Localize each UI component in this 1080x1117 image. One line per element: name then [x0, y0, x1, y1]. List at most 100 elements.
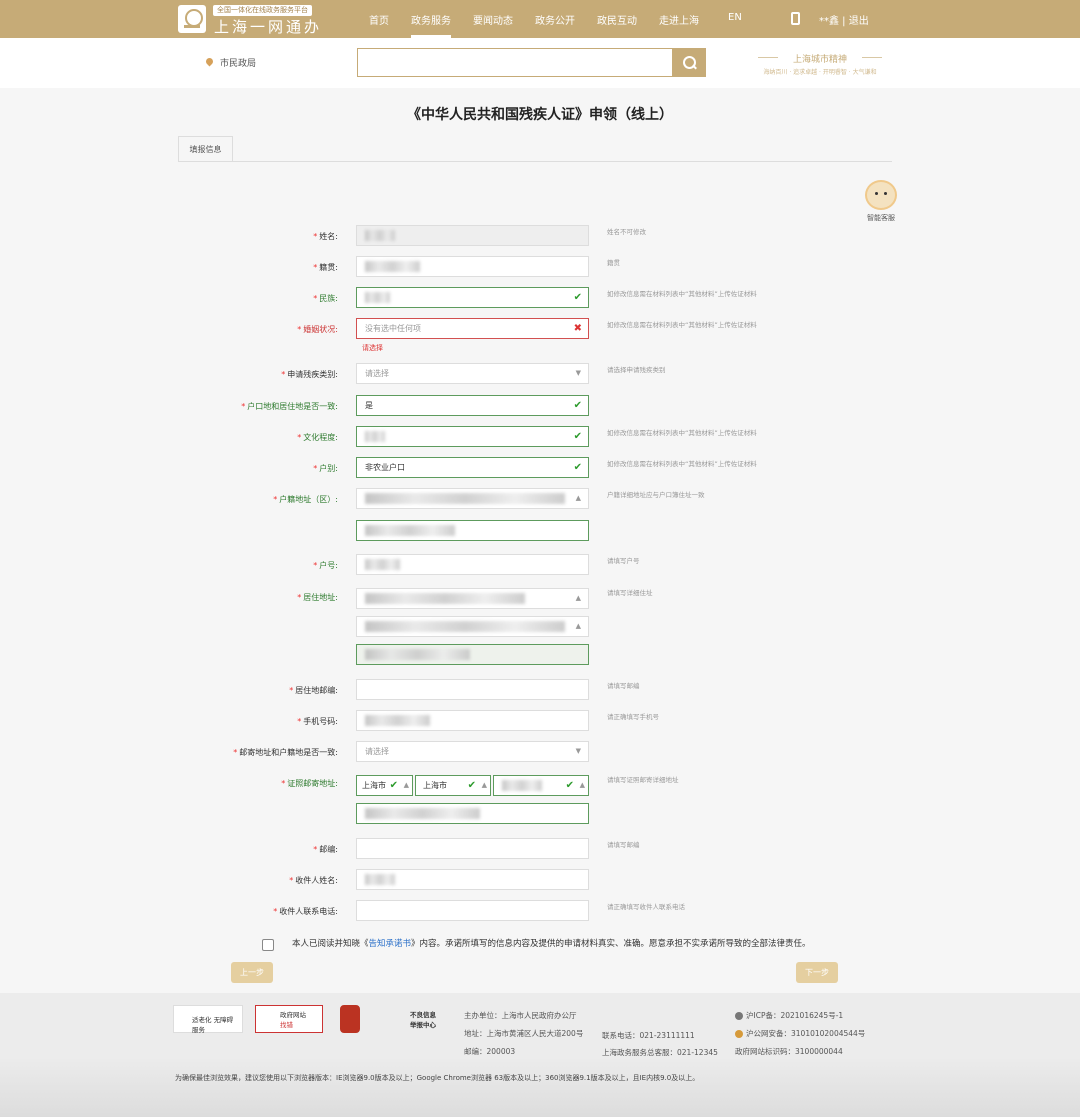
check-icon: ✔	[565, 780, 574, 791]
report-label: 不良信息	[410, 1011, 436, 1019]
tab-divider	[178, 161, 892, 162]
label-education: * 文化程度:	[297, 433, 338, 442]
bad-info-report-badge[interactable]: 不良信息 举报中心	[382, 1005, 446, 1033]
label-same-address: * 户口地和居住地是否一致:	[241, 402, 338, 411]
hint-name: 姓名不可修改	[607, 228, 646, 236]
error-x-icon: ✖	[573, 323, 582, 334]
tab-fill-info[interactable]: 填报信息	[178, 136, 233, 162]
residence-detail-input[interactable]	[356, 644, 589, 665]
label-phone: * 手机号码:	[297, 717, 338, 726]
commitment-link[interactable]: 告知承诺书	[369, 939, 412, 949]
next-button[interactable]: 下一步	[796, 962, 838, 983]
same-address-select[interactable]: 是 ✔	[356, 395, 589, 416]
disability-category-select[interactable]: 请选择 ▼	[356, 363, 589, 384]
zip-input[interactable]	[356, 838, 589, 859]
hint-ethnic: 如修改信息需在材料列表中“其他材料”上传佐证材料	[607, 290, 757, 298]
receiver-name-input[interactable]	[356, 869, 589, 890]
hint-zip: 请填写邮编	[607, 841, 640, 849]
footer-host: 主办单位：上海市人民政府办公厅	[464, 1011, 577, 1020]
search-input[interactable]	[357, 48, 673, 77]
nav-english[interactable]: EN	[728, 12, 742, 23]
label-hukou-type: * 户别:	[313, 464, 338, 473]
hint-phone: 请正确填写手机号	[607, 713, 659, 721]
hukou-type-select[interactable]: 非农业户口 ✔	[356, 457, 589, 478]
footer-service-tel: 上海政务服务总客服：021-12345	[602, 1048, 718, 1057]
agreement-prefix: 本人已阅读并知晓《	[292, 939, 369, 949]
agreement-checkbox[interactable]	[262, 939, 274, 951]
cert-detail-input[interactable]	[356, 803, 589, 824]
masked-value	[365, 649, 470, 660]
logo-icon[interactable]	[178, 5, 206, 33]
nav-news[interactable]: 要闻动态	[473, 12, 513, 27]
hukou-district-select[interactable]: ▲	[356, 488, 589, 509]
assistant-avatar-icon	[865, 180, 897, 210]
cert-district-select[interactable]: ✔ ▲	[493, 775, 589, 796]
label-residence: * 居住地址:	[297, 593, 338, 602]
mobile-icon[interactable]	[791, 12, 800, 25]
same-address-value: 是	[365, 401, 373, 410]
residence-street-select[interactable]: ▲	[356, 616, 589, 637]
footer-police-record[interactable]: 沪公网安备：31010102004544号	[735, 1028, 865, 1039]
nav-gov-service[interactable]: 政务服务	[411, 12, 451, 38]
check-icon: ✔	[573, 431, 582, 442]
nav-gov-open[interactable]: 政务公开	[535, 12, 575, 27]
accessibility-badge[interactable]: 适老化 无障碍服务	[173, 1005, 243, 1034]
footer-icp[interactable]: 沪ICP备：2021016245号-1	[735, 1010, 843, 1021]
ethnic-select[interactable]: ✔	[356, 287, 589, 308]
nav-shanghai[interactable]: 走进上海	[659, 12, 699, 27]
masked-value	[365, 292, 390, 303]
masked-value	[365, 808, 480, 819]
hukou-number-input[interactable]	[356, 554, 589, 575]
cert-city-select[interactable]: 上海市 ✔ ▲	[415, 775, 491, 796]
police-emblem-icon[interactable]	[340, 1005, 360, 1033]
agreement-text: 本人已阅读并知晓《告知承诺书》内容。承诺所填写的信息内容及提供的申请材料真实、准…	[292, 937, 811, 949]
hint-cert-address: 请填写证照邮寄详细地址	[607, 776, 679, 784]
label-residence-zip: * 居住地邮编:	[289, 686, 338, 695]
hint-education: 如修改信息需在材料列表中“其他材料”上传佐证材料	[607, 429, 757, 437]
smart-assistant[interactable]: 智能客服	[861, 178, 901, 224]
masked-value	[365, 261, 420, 272]
marital-select[interactable]: 没有选中任何项 ✖	[356, 318, 589, 339]
user-logout[interactable]: **鑫 | 退出	[819, 12, 869, 27]
footer-site-code: 政府网站标识码：3100000044	[735, 1047, 843, 1056]
nav-interaction[interactable]: 政民互动	[597, 12, 637, 27]
residence-district-select[interactable]: ▲	[356, 588, 589, 609]
assistant-label: 智能客服	[867, 214, 895, 222]
prev-button[interactable]: 上一步	[231, 962, 273, 983]
hukou-detail-input[interactable]	[356, 520, 589, 541]
check-icon: ✔	[573, 292, 582, 303]
masked-value	[365, 230, 395, 241]
mail-same-select[interactable]: 请选择 ▼	[356, 741, 589, 762]
footer-address: 地址：上海市黄浦区人民大道200号	[464, 1029, 584, 1038]
hukou-type-value: 非农业户口	[365, 463, 405, 472]
label-hukou-address: * 户籍地址（区）:	[273, 495, 338, 504]
nav-home[interactable]: 首页	[369, 12, 389, 27]
cert-province-select[interactable]: 上海市 ✔ ▲	[356, 775, 413, 796]
police-record-icon	[735, 1030, 743, 1038]
hint-residence-zip: 请填写邮编	[607, 682, 640, 690]
masked-value	[365, 593, 525, 604]
label-ethnic: * 民族:	[313, 294, 338, 303]
receiver-phone-input[interactable]	[356, 900, 589, 921]
logo-title[interactable]: 上海一网通办	[214, 16, 322, 37]
masked-value	[365, 493, 565, 504]
phone-input[interactable]	[356, 710, 589, 731]
residence-zip-input[interactable]	[356, 679, 589, 700]
chevron-up-icon: ▲	[579, 781, 585, 789]
hint-disability-category: 请选择申请残疾类别	[607, 366, 666, 374]
native-place-input[interactable]	[356, 256, 589, 277]
label-cert-address: * 证照邮寄地址:	[281, 779, 338, 788]
education-select[interactable]: ✔	[356, 426, 589, 447]
department-location[interactable]: 市民政局	[220, 56, 256, 69]
check-icon: ✔	[389, 780, 398, 791]
gov-site-error-badge[interactable]: 政府网站 找错	[255, 1005, 323, 1033]
masked-value	[502, 780, 542, 791]
masked-value	[365, 559, 400, 570]
city-spirit-subtitle: 海纳百川 · 追求卓越 · 开明睿智 · 大气谦和	[763, 69, 877, 76]
logo-subtitle: 全国一体化在线政务服务平台	[213, 5, 312, 16]
search-button[interactable]	[672, 48, 706, 77]
agreement-suffix: 》内容。承诺所填写的信息内容及提供的申请材料真实、准确。愿意承担不实承诺所导致的…	[411, 939, 811, 949]
gov-site-label: 政府网站	[280, 1011, 306, 1019]
category-placeholder: 请选择	[365, 369, 389, 378]
masked-value	[365, 874, 395, 885]
